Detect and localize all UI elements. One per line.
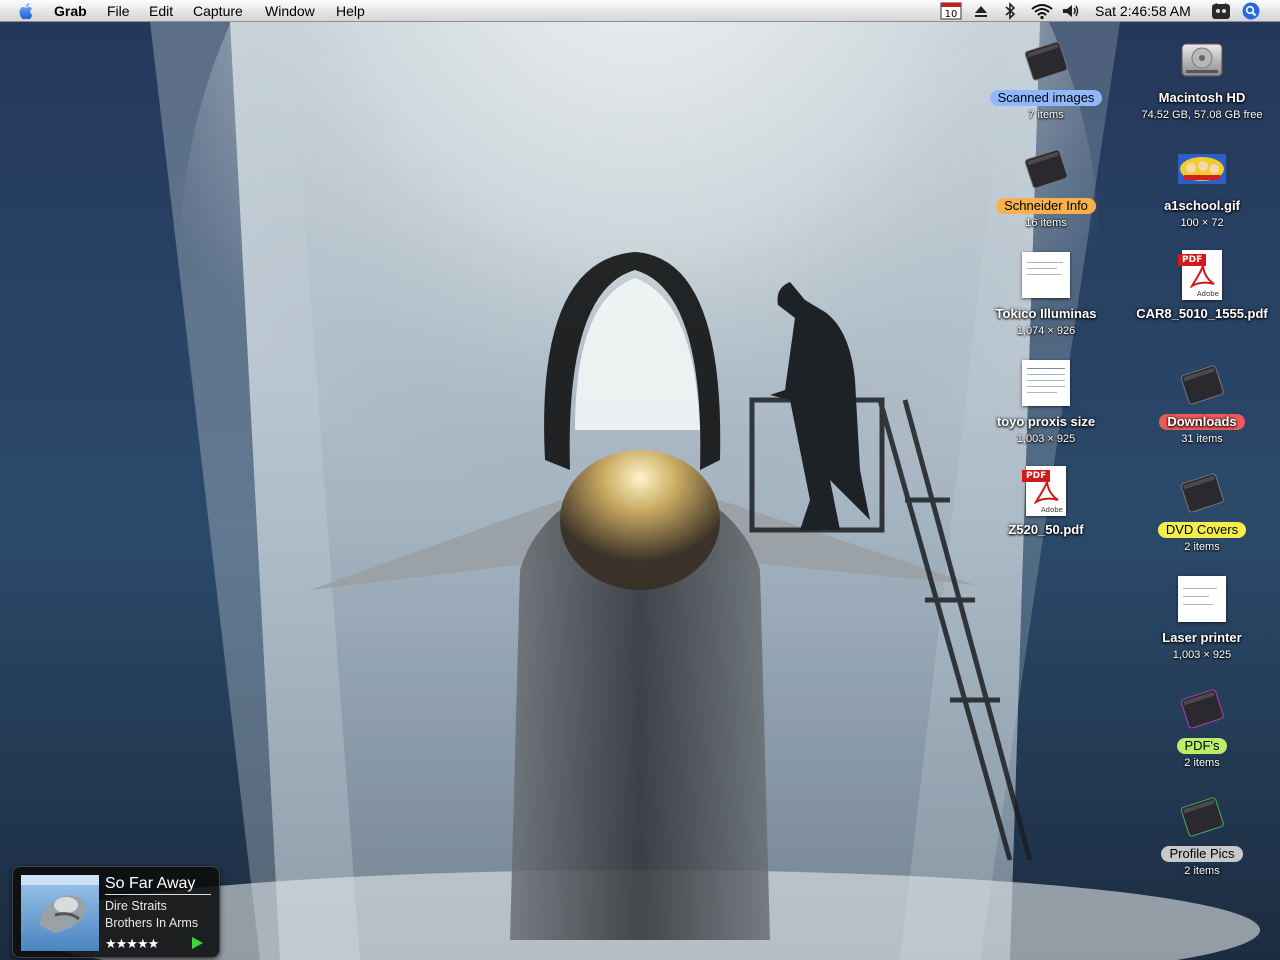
icon-label: PDF's (1176, 738, 1228, 754)
desktop-icon-dvd-covers[interactable]: DVD Covers 2 items (1127, 466, 1277, 554)
now-playing-widget[interactable]: So Far Away Dire Straits Brothers In Arm… (12, 866, 220, 958)
play-icon[interactable] (192, 937, 203, 949)
image-file-icon (1020, 358, 1072, 410)
track-album: Brothers In Arms (105, 916, 199, 930)
menu-file[interactable]: File (107, 3, 130, 19)
gif-image-icon (1176, 142, 1228, 194)
icon-label: a1school.gif (1164, 198, 1240, 213)
folder-icon (1176, 682, 1228, 734)
icon-info: 100 × 72 (1180, 217, 1224, 229)
desktop-icon-profile-pics[interactable]: Profile Pics 2 items (1127, 790, 1277, 878)
icon-label: Downloads (1159, 414, 1245, 430)
desktop-icon-toyo-proxis-size[interactable]: toyo proxis size 1,003 × 925 (971, 358, 1121, 446)
menu-bar: Grab File Edit Capture Window Help 10 Sa… (0, 0, 1280, 22)
menubar-clock[interactable]: Sat 2:46:58 AM (1095, 3, 1191, 19)
eject-icon[interactable] (972, 2, 990, 20)
icon-info: 74.52 GB, 57.08 GB free (1141, 109, 1263, 121)
volume-icon[interactable] (1061, 2, 1081, 20)
desktop-icon-a1school-gif[interactable]: a1school.gif 100 × 72 (1127, 142, 1277, 230)
image-file-icon (1176, 574, 1228, 626)
menu-extra-icon[interactable] (1210, 2, 1232, 20)
desktop-icon-pdfs[interactable]: PDF's 2 items (1127, 682, 1277, 770)
menu-edit[interactable]: Edit (149, 3, 173, 19)
icon-label: Schneider Info (996, 198, 1096, 214)
svg-text:10: 10 (945, 9, 958, 20)
icon-info: 2 items (1184, 865, 1220, 877)
desktop-icon-tokico-illuminas[interactable]: Tokico Illuminas 1,074 × 926 (971, 250, 1121, 338)
apple-menu-icon[interactable] (18, 2, 36, 20)
desktop-icon-z520-50-pdf[interactable]: PDF Adobe Z520_50.pdf (971, 466, 1121, 539)
wifi-icon[interactable] (1030, 2, 1054, 20)
icon-label: CAR8_5010_1555.pdf (1136, 306, 1268, 321)
bluetooth-icon[interactable] (1003, 2, 1017, 20)
icon-info: 1,074 × 926 (1016, 325, 1076, 337)
icon-label: Z520_50.pdf (1008, 522, 1084, 537)
track-artist: Dire Straits (105, 899, 167, 913)
icon-label: Laser printer (1162, 630, 1242, 645)
icon-label: toyo proxis size (996, 414, 1096, 429)
icon-info: 31 items (1181, 433, 1223, 445)
icon-info: 1,003 × 925 (1172, 649, 1232, 661)
image-file-icon (1020, 250, 1072, 302)
hard-drive-icon (1176, 34, 1228, 86)
icon-info: 1,003 × 925 (1016, 433, 1076, 445)
calendar-icon[interactable]: 10 (940, 2, 962, 20)
icon-info: 16 items (1025, 217, 1067, 229)
folder-icon (1020, 142, 1072, 194)
folder-icon (1020, 34, 1072, 86)
icon-label: Profile Pics (1161, 846, 1243, 862)
album-art (21, 875, 99, 951)
pdf-file-icon: PDF Adobe (1176, 250, 1228, 302)
track-title: So Far Away (105, 875, 211, 895)
icon-info: 2 items (1184, 757, 1220, 769)
icon-info: 7 items (1028, 109, 1064, 121)
icon-label: DVD Covers (1157, 522, 1247, 538)
desktop-icon-car8-pdf[interactable]: PDF Adobe CAR8_5010_1555.pdf (1127, 250, 1277, 323)
desktop-icon-schneider-info[interactable]: Schneider Info 16 items (971, 142, 1121, 230)
folder-icon (1176, 790, 1228, 842)
icon-info: 2 items (1184, 541, 1220, 553)
spotlight-icon[interactable] (1241, 2, 1261, 20)
icon-label: Macintosh HD (1158, 90, 1246, 105)
track-rating[interactable]: ★★★★★ (105, 936, 159, 952)
folder-icon (1176, 358, 1228, 410)
desktop-icon-downloads[interactable]: Downloads 31 items (1127, 358, 1277, 446)
desktop-icon-laser-printer[interactable]: Laser printer 1,003 × 925 (1127, 574, 1277, 662)
desktop-icon-scanned-images[interactable]: Scanned images 7 items (971, 34, 1121, 122)
pdf-file-icon: PDF Adobe (1020, 466, 1072, 518)
icon-label: Tokico Illuminas (995, 306, 1097, 321)
menu-capture[interactable]: Capture (193, 3, 243, 19)
menu-help[interactable]: Help (336, 3, 365, 19)
menu-window[interactable]: Window (265, 3, 315, 19)
app-menu-grab[interactable]: Grab (54, 3, 87, 19)
icon-label: Scanned images (989, 90, 1103, 106)
folder-icon (1176, 466, 1228, 518)
desktop-icon-macintosh-hd[interactable]: Macintosh HD 74.52 GB, 57.08 GB free (1127, 34, 1277, 122)
